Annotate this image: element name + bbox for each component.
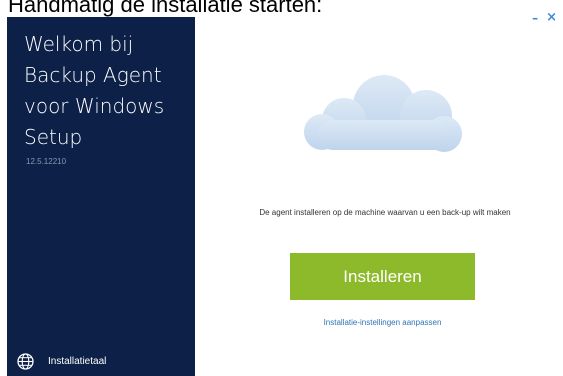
- close-button[interactable]: ×: [546, 11, 557, 24]
- window-controls: – ×: [532, 11, 557, 24]
- screenshot-frame: Handmatig de installatie starten: Welkom…: [0, 0, 563, 376]
- install-description: De agent installeren op de machine waarv…: [259, 208, 511, 217]
- minimize-button[interactable]: –: [532, 12, 538, 24]
- install-button[interactable]: Installeren: [290, 253, 475, 300]
- page-caption: Handmatig de installatie starten:: [8, 0, 323, 17]
- cloud-icon: [298, 72, 466, 154]
- welcome-title: Welkom bij Backup Agent voor Windows Set…: [24, 32, 165, 149]
- installation-language-label: Installatietaal: [48, 355, 107, 367]
- version-label: 12.5.12210: [26, 157, 67, 166]
- globe-icon: [17, 352, 34, 370]
- installation-language-button[interactable]: Installatietaal: [7, 346, 195, 376]
- welcome-sidebar: Welkom bij Backup Agent voor Windows Set…: [7, 17, 195, 376]
- customize-settings-link[interactable]: Installatie-instellingen aanpassen: [290, 318, 475, 327]
